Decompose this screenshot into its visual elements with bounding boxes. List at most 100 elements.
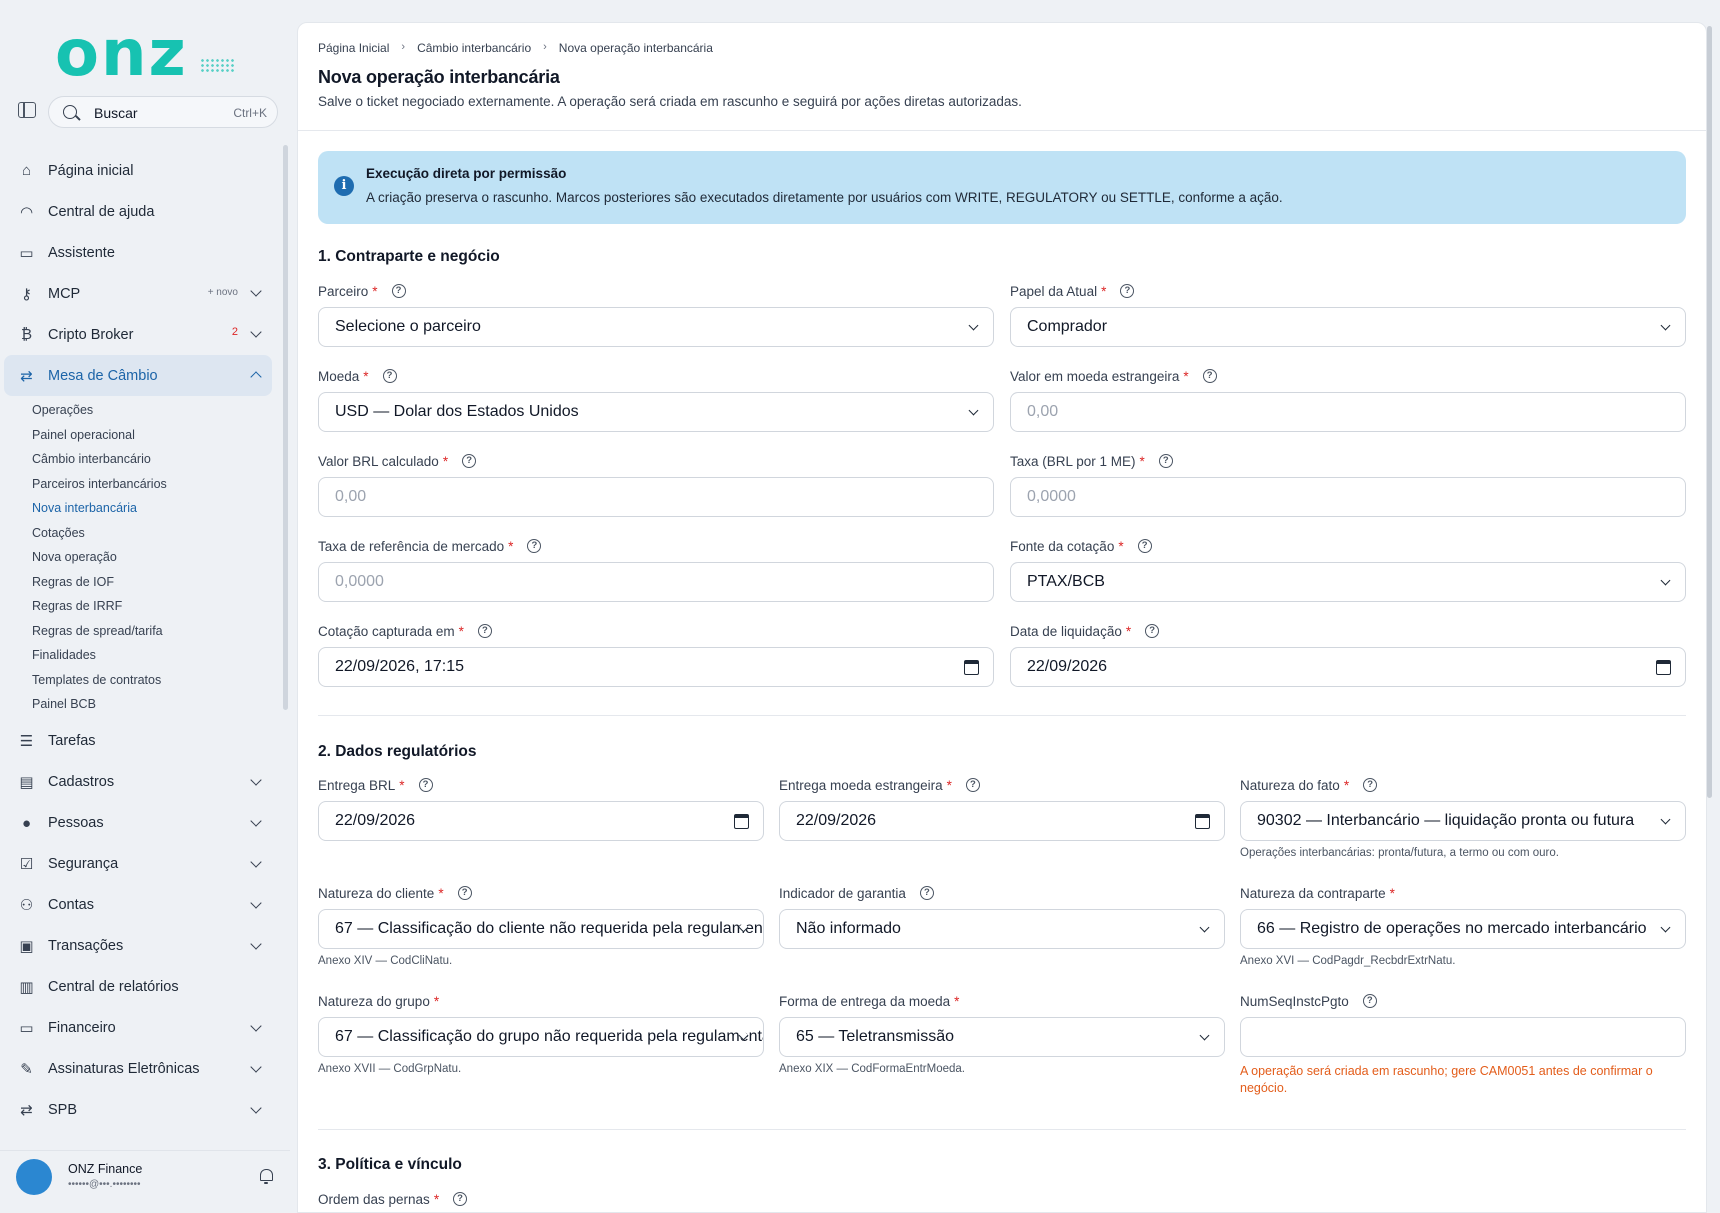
chevron-down-icon[interactable] [250,1101,262,1114]
valor-brl-input[interactable]: 0,00 [318,477,994,517]
sidebar-item-label: Financeiro [48,1020,116,1036]
help-icon[interactable]: ? [391,284,406,298]
chevron-right-icon: › [543,41,547,53]
sidebar-item-transacoes[interactable]: ▣ Transações [0,926,280,967]
calendar-icon[interactable] [1656,660,1671,675]
sidebar-item-contas[interactable]: ⚇ Contas [0,885,280,926]
chevron-down-icon[interactable] [250,814,262,827]
entrega-brl-date-input[interactable]: 22/09/2026 [318,801,764,841]
sidebar-toggle-icon[interactable] [18,102,36,118]
sidebar-item-pagina-inicial[interactable]: ⌂ Página inicial [0,150,280,191]
field-label: Moeda [318,368,360,384]
chevron-down-icon[interactable] [250,855,262,868]
avatar[interactable] [16,1159,52,1195]
calendar-icon[interactable] [964,660,979,675]
chevron-down-icon[interactable] [250,1019,262,1032]
sidebar-item-assinaturas[interactable]: ✎ Assinaturas Eletrônicas [0,1049,280,1090]
sidebar-item-tarefas[interactable]: ☰ Tarefas [0,721,280,762]
submenu-item-nova-interbancaria[interactable]: Nova interbancária [32,496,280,521]
submenu-item-regras-spread[interactable]: Regras de spread/tarifa [32,619,280,644]
liquidacao-date-input[interactable]: 22/09/2026 [1010,647,1686,687]
help-icon[interactable]: ? [462,454,477,468]
taxa-ref-input[interactable]: 0,0000 [318,562,994,602]
submenu-item-painel-operacional[interactable]: Painel operacional [32,423,280,448]
help-icon[interactable]: ? [1362,994,1377,1008]
help-icon[interactable]: ? [919,886,934,900]
help-icon[interactable]: ? [1145,624,1160,638]
sidebar-scrollbar[interactable] [283,145,288,710]
chevron-down-icon[interactable] [250,896,262,909]
breadcrumb: Página Inicial › Câmbio interbancário › … [318,41,713,55]
garantia-select[interactable]: Não informado [779,909,1225,949]
calendar-icon[interactable] [1195,814,1210,829]
chevron-down-icon[interactable] [250,1060,262,1073]
chevron-down-icon[interactable] [250,773,262,786]
help-icon[interactable]: ? [1158,454,1173,468]
chevron-down-icon[interactable] [250,285,262,297]
headset-icon: ◠ [19,203,34,221]
sidebar-item-seguranca[interactable]: ☑ Segurança [0,844,280,885]
submenu-item-parceiros[interactable]: Parceiros interbancários [32,472,280,497]
sidebar-item-financeiro[interactable]: ▭ Financeiro [0,1008,280,1049]
search-label: Buscar [94,105,138,121]
forma-entrega-select[interactable]: 65 — Teletransmissão [779,1017,1225,1057]
moeda-select[interactable]: USD — Dolar dos Estados Unidos [318,392,994,432]
natureza-contraparte-select[interactable]: 66 — Registro de operações no mercado in… [1240,909,1686,949]
sidebar-item-assistente[interactable]: ▭ Assistente [0,232,280,273]
sidebar-item-cripto-broker[interactable]: ₿ Cripto Broker 2 [0,314,280,355]
breadcrumb-cambio[interactable]: Câmbio interbancário [417,41,531,55]
sidebar-item-cadastros[interactable]: ▤ Cadastros [0,762,280,803]
submenu-item-templates[interactable]: Templates de contratos [32,668,280,693]
main-scrollbar[interactable] [1707,26,1712,798]
help-icon[interactable]: ? [453,1192,468,1206]
help-icon[interactable]: ? [527,539,542,553]
help-icon[interactable]: ? [1202,369,1217,383]
sidebar-item-central-relatorios[interactable]: ▥ Central de relatórios [0,967,280,1008]
taxa-input[interactable]: 0,0000 [1010,477,1686,517]
natureza-fato-select[interactable]: 90302 — Interbancário — liquidação pront… [1240,801,1686,841]
onz-logo[interactable]: onz [55,22,188,86]
chevron-down-icon[interactable] [250,326,262,338]
breadcrumb-home[interactable]: Página Inicial [318,41,389,55]
sidebar-item-spb[interactable]: ⇄ SPB [0,1090,280,1131]
help-icon[interactable]: ? [1120,284,1135,298]
help-icon[interactable]: ? [418,778,433,792]
help-icon[interactable]: ? [1363,778,1378,792]
help-icon[interactable]: ? [477,624,492,638]
submenu-item-cotacoes[interactable]: Cotações [32,521,280,546]
help-icon[interactable]: ? [457,886,472,900]
fonte-select[interactable]: PTAX/BCB [1010,562,1686,602]
sidebar-item-central-ajuda[interactable]: ◠ Central de ajuda [0,191,280,232]
parceiro-select[interactable]: Selecione o parceiro [318,307,994,347]
sidebar-item-label: Assistente [48,244,115,261]
chevron-down-icon[interactable] [250,937,262,950]
submenu-item-regras-irrf[interactable]: Regras de IRRF [32,594,280,619]
sidebar-item-mesa-cambio[interactable]: ⇄ Mesa de Câmbio [4,355,272,396]
sidebar-item-mcp[interactable]: ⚷ MCP + novo [0,273,280,314]
numseq-input[interactable] [1240,1017,1686,1057]
natureza-grupo-select[interactable]: 67 — Classificação do grupo não requerid… [318,1017,764,1057]
sidebar-item-label: Pessoas [48,815,104,831]
natureza-cliente-select[interactable]: 67 — Classificação do cliente não requer… [318,909,764,949]
field-label: Entrega BRL [318,777,396,793]
submenu-item-finalidades[interactable]: Finalidades [32,643,280,668]
sidebar-item-pessoas[interactable]: ● Pessoas [0,803,280,844]
valor-me-input[interactable]: 0,00 [1010,392,1686,432]
help-icon[interactable]: ? [382,369,397,383]
chevron-up-icon[interactable] [250,371,262,383]
user-profile[interactable]: ONZ Finance ••••••@•••.•••••••• [0,1150,290,1210]
bell-icon[interactable] [260,1169,273,1184]
help-icon[interactable]: ? [965,778,980,792]
submenu-item-cambio-interbancario[interactable]: Câmbio interbancário [32,447,280,472]
submenu-item-painel-bcb[interactable]: Painel BCB [32,692,280,717]
capturada-datetime-input[interactable]: 22/09/2026, 17:15 [318,647,994,687]
submenu-item-nova-operacao[interactable]: Nova operação [32,545,280,570]
help-icon[interactable]: ? [1137,539,1152,553]
calendar-icon[interactable] [734,814,749,829]
submenu-item-operacoes[interactable]: Operações [32,398,280,423]
search-input[interactable]: Buscar Ctrl+K [48,96,278,128]
papel-select[interactable]: Comprador [1010,307,1686,347]
entrega-me-date-input[interactable]: 22/09/2026 [779,801,1225,841]
sidebar-item-label: Página inicial [48,162,134,179]
submenu-item-regras-iof[interactable]: Regras de IOF [32,570,280,595]
